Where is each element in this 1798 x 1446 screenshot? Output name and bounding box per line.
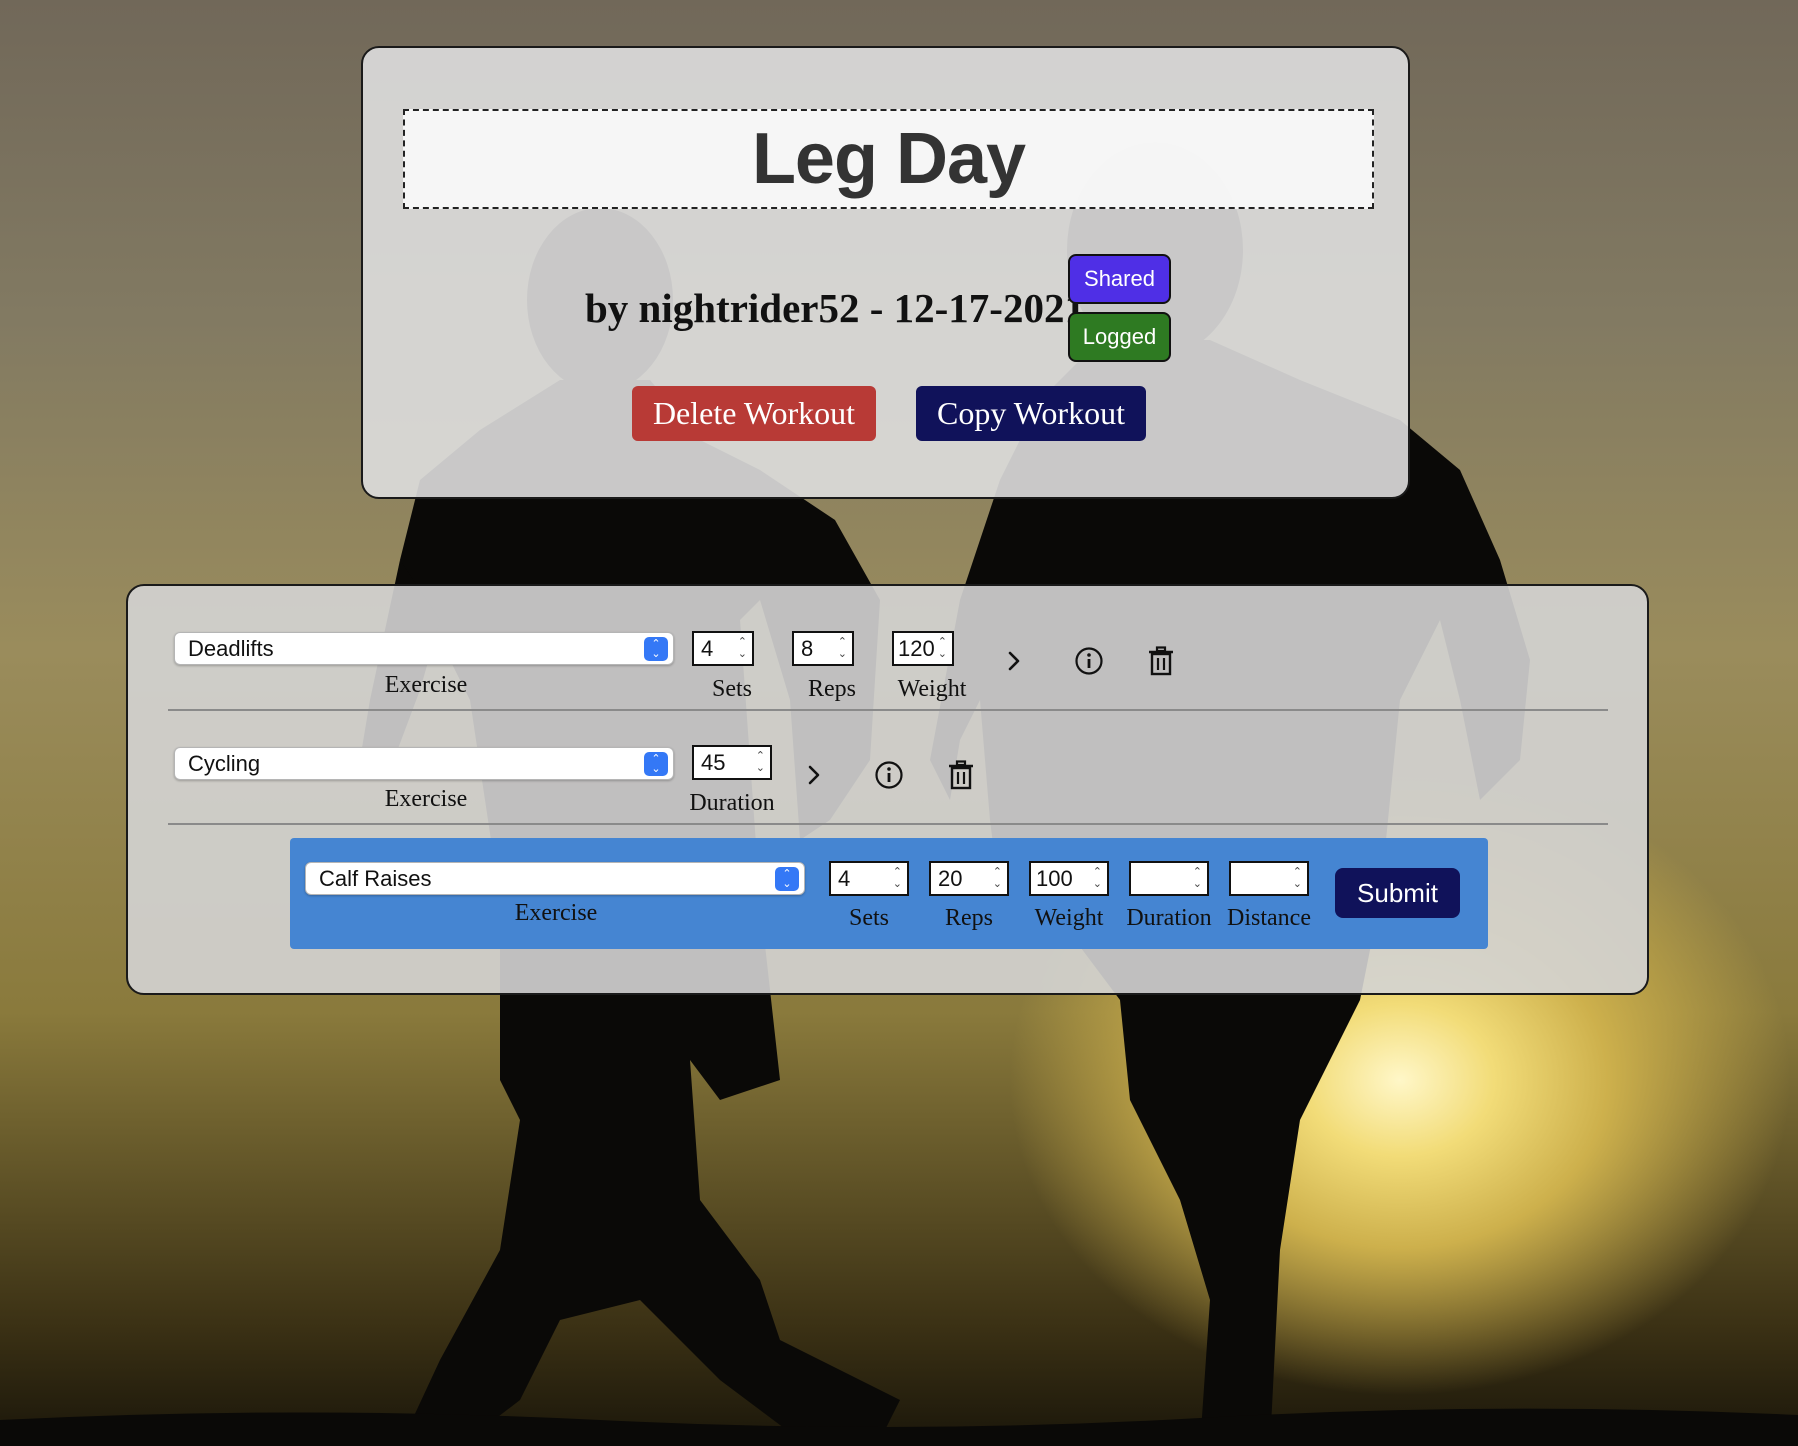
workout-title: Leg Day xyxy=(751,119,1026,199)
duration-input[interactable]: 45 ⌃ ⌄ xyxy=(692,745,772,780)
stepper-arrows-icon[interactable]: ⌃ ⌄ xyxy=(738,636,747,660)
stepper-arrows-icon[interactable]: ⌃ ⌄ xyxy=(938,636,947,660)
weight-value: 120 xyxy=(898,636,935,661)
sets-value: 4 xyxy=(838,866,851,891)
exercise-label: Exercise xyxy=(514,900,598,926)
weight-value: 100 xyxy=(1036,866,1073,891)
info-icon[interactable] xyxy=(874,760,904,790)
new-exercise-select[interactable]: Calf Raises ⌃ ⌄ xyxy=(305,862,805,895)
weight-label: Weight xyxy=(1034,905,1104,931)
logged-badge[interactable]: Logged xyxy=(1068,312,1171,362)
workout-byline: by nightrider52 - 12-17-2021 xyxy=(585,285,1085,331)
reps-value: 8 xyxy=(801,636,814,661)
duration-label: Duration xyxy=(689,790,775,816)
duration-input[interactable]: ⌃ ⌄ xyxy=(1129,861,1209,896)
trash-icon[interactable] xyxy=(1148,646,1174,676)
weight-input[interactable]: 100 ⌃ ⌄ xyxy=(1029,861,1109,896)
select-arrows-icon: ⌃ ⌄ xyxy=(644,637,668,661)
trash-icon[interactable] xyxy=(948,760,974,790)
sets-input[interactable]: 4 ⌃ ⌄ xyxy=(829,861,909,896)
stepper-arrows-icon[interactable]: ⌃ ⌄ xyxy=(893,866,902,890)
stepper-arrows-icon[interactable]: ⌃ ⌄ xyxy=(993,866,1002,890)
stepper-arrows-icon[interactable]: ⌃ ⌄ xyxy=(756,750,765,774)
exercise-select-value: Cycling xyxy=(188,751,261,776)
duration-label: Duration xyxy=(1126,905,1212,931)
stepper-arrows-icon[interactable]: ⌃ ⌄ xyxy=(838,636,847,660)
sets-value: 4 xyxy=(701,636,714,661)
sets-input[interactable]: 4 ⌃ ⌄ xyxy=(692,631,754,666)
exercise-list-card: Deadlifts ⌃ ⌄ Exercise 4 ⌃ ⌄ Sets 8 ⌃ ⌄ Rep… xyxy=(126,584,1649,995)
sets-label: Sets xyxy=(711,676,753,702)
distance-label: Distance xyxy=(1227,905,1311,931)
duration-value: 45 xyxy=(701,750,726,775)
chevron-right-icon[interactable] xyxy=(806,764,822,786)
exercise-select[interactable]: Cycling ⌃ ⌄ xyxy=(174,747,674,780)
submit-button[interactable]: Submit xyxy=(1335,868,1460,918)
row-divider xyxy=(168,823,1608,825)
row-divider xyxy=(168,709,1608,711)
exercise-select-value: Deadlifts xyxy=(188,636,274,661)
exercise-label: Exercise xyxy=(384,672,468,698)
sets-label: Sets xyxy=(848,905,890,931)
info-icon[interactable] xyxy=(1074,646,1104,676)
reps-input[interactable]: 8 ⌃ ⌄ xyxy=(792,631,854,666)
reps-label: Reps xyxy=(945,905,993,931)
distance-input[interactable]: ⌃ ⌄ xyxy=(1229,861,1309,896)
new-exercise-select-value: Calf Raises xyxy=(319,866,432,891)
weight-label: Weight xyxy=(897,676,967,702)
weight-input[interactable]: 120 ⌃ ⌄ xyxy=(892,631,954,666)
reps-label: Reps xyxy=(808,676,856,702)
workout-title-field[interactable]: Leg Day xyxy=(403,109,1374,209)
select-arrows-icon: ⌃ ⌄ xyxy=(775,867,799,891)
workout-header-card: Leg Day by nightrider52 - 12-17-2021 Sha… xyxy=(361,46,1410,499)
select-arrows-icon: ⌃ ⌄ xyxy=(644,752,668,776)
copy-workout-button[interactable]: Copy Workout xyxy=(916,386,1146,441)
stepper-arrows-icon[interactable]: ⌃ ⌄ xyxy=(1193,866,1202,890)
reps-value: 20 xyxy=(938,866,963,891)
shared-badge[interactable]: Shared xyxy=(1068,254,1171,304)
delete-workout-button[interactable]: Delete Workout xyxy=(632,386,876,441)
reps-input[interactable]: 20 ⌃ ⌄ xyxy=(929,861,1009,896)
stepper-arrows-icon[interactable]: ⌃ ⌄ xyxy=(1093,866,1102,890)
exercise-select[interactable]: Deadlifts ⌃ ⌄ xyxy=(174,632,674,665)
new-exercise-form: Calf Raises ⌃ ⌄ Exercise 4 ⌃ ⌄ Sets 20 ⌃ ⌄ … xyxy=(290,838,1488,949)
chevron-right-icon[interactable] xyxy=(1006,650,1022,672)
exercise-label: Exercise xyxy=(384,786,468,812)
stepper-arrows-icon[interactable]: ⌃ ⌄ xyxy=(1293,866,1302,890)
